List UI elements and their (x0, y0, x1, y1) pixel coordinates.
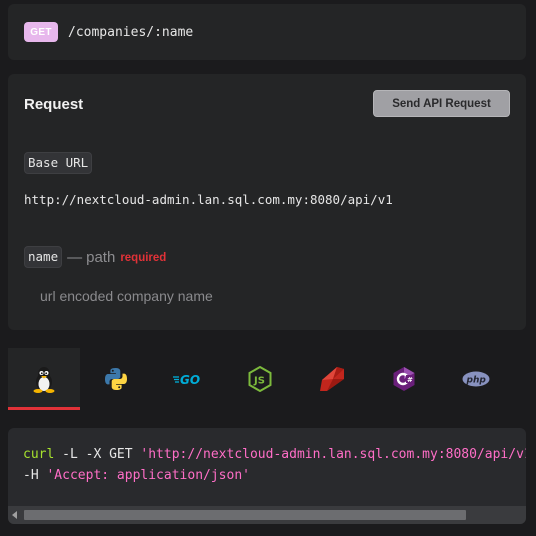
svg-text:#: # (407, 376, 413, 384)
code-url-string: 'http://nextcloud-admin.lan.sql.com.my:8… (140, 447, 526, 462)
code-header-string: 'Accept: application/json' (46, 468, 250, 483)
param-required-badge: required (120, 252, 167, 264)
tab-ruby[interactable] (296, 348, 368, 410)
scroll-left-arrow-icon[interactable] (12, 511, 17, 519)
horizontal-scrollbar[interactable] (8, 506, 526, 524)
ruby-icon (320, 367, 344, 391)
tab-go[interactable]: GO (152, 348, 224, 410)
svg-text:JS: JS (253, 376, 265, 387)
nodejs-icon: JS (248, 366, 272, 392)
endpoint-header: GET /companies/:name (8, 4, 526, 60)
method-badge: GET (24, 22, 58, 42)
tab-php[interactable]: php (440, 348, 512, 410)
param-location: path (86, 248, 116, 266)
svg-text:GO: GO (180, 373, 200, 386)
code-command: curl (23, 447, 55, 462)
base-url-value: http://nextcloud-admin.lan.sql.com.my:80… (24, 192, 393, 207)
request-title: Request (24, 96, 84, 113)
code-header-flag: -H (23, 468, 47, 483)
param-separator: — (67, 248, 83, 266)
language-tabs: GO JS # php (8, 348, 526, 410)
code-sample[interactable]: curl -L -X GET 'http://nextcloud-admin.l… (8, 428, 526, 524)
python-icon (105, 368, 127, 390)
tab-nodejs[interactable]: JS (224, 348, 296, 410)
code-text: curl -L -X GET 'http://nextcloud-admin.l… (23, 444, 526, 486)
param-description: url encoded company name (40, 288, 213, 304)
request-panel: Request Send API Request Base URL http:/… (8, 74, 526, 330)
php-icon: php (462, 371, 490, 387)
tab-csharp[interactable]: # (368, 348, 440, 410)
code-flags: -L -X GET (54, 447, 141, 462)
linux-tux-icon (33, 367, 55, 393)
svg-text:php: php (466, 376, 487, 386)
send-api-request-button[interactable]: Send API Request (373, 90, 510, 117)
scroll-thumb[interactable] (24, 510, 466, 520)
endpoint-path: /companies/:name (68, 24, 194, 40)
base-url-label: Base URL (24, 152, 93, 174)
param-name: name (24, 246, 63, 268)
tab-curl[interactable] (8, 348, 80, 410)
tab-python[interactable] (80, 348, 152, 410)
csharp-icon: # (393, 367, 415, 391)
go-icon: GO (173, 373, 200, 386)
param-row: name — path required (24, 246, 166, 268)
